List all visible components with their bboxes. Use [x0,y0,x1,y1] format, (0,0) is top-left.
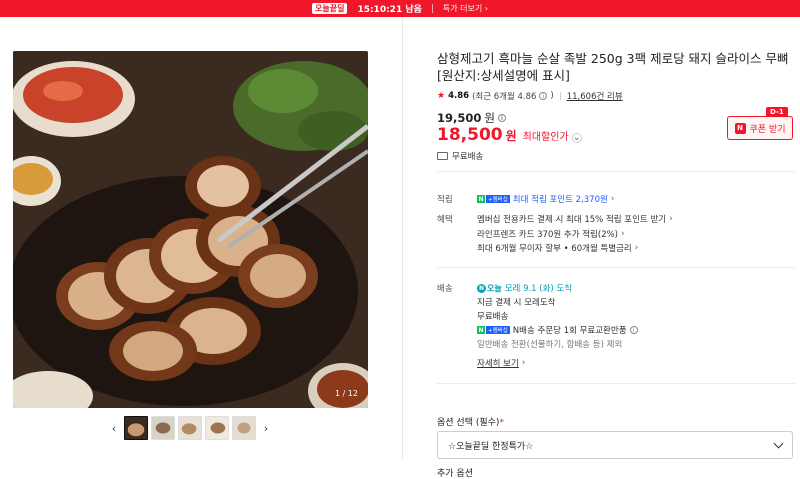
benefit-text: 멤버십 전용카드 결제 시 최대 15% 적립 포인트 받기 [477,215,667,225]
promo-banner[interactable]: 오늘끝딜 15:10:21 남음 특가 더보기 › [0,0,800,17]
see-details-link[interactable]: 자세히 보기 [477,357,519,369]
option-dropdown[interactable]: ☆오늘끝딜 한정특가☆ [437,431,793,459]
chevron-right-icon: › [621,229,625,239]
truck-icon [437,152,448,160]
original-price-value: 19,500 [437,111,482,125]
rating-divider [559,92,561,100]
chevron-right-icon: › [669,214,673,224]
npay-membership-badge: N +멤버십 [477,326,510,334]
delivery-line-2: 지금 결제 시 모레도착 [477,298,556,308]
benefit-line-2[interactable]: 라인프렌즈 카드 370원 추가 적립(2%) › [477,228,625,240]
thumbnail-4[interactable] [205,416,229,440]
product-main-image[interactable]: 1 / 12 [13,51,368,408]
benefits-label: 혜택 [437,215,453,225]
sale-price-unit: 원 [505,129,517,143]
option-selected-value: ☆오늘끝딜 한정특가☆ [448,441,534,452]
thumbnail-strip: ‹ › [107,416,273,440]
free-shipping-label: 무료배송 [452,152,484,162]
benefit-text: 최대 6개월 무이자 할부 • 60개월 특별금리 [477,244,632,254]
section-divider [437,383,795,384]
free-return-text: N배송 주문당 1회 무료교환반품 [512,326,627,336]
info-icon[interactable]: i [539,92,548,100]
npay-n-icon: N [477,195,485,203]
column-divider [402,17,403,459]
today-delivery-badge: N 오늘 [477,283,502,294]
max-points-text: 최대 적립 포인트 2,370원 [512,195,608,205]
chevron-right-icon: › [521,358,526,368]
thumbnail-3[interactable] [178,416,202,440]
delivery-label: 배송 [437,284,453,294]
rating-recent-close: ) [550,91,554,101]
more-deals-link[interactable]: 특가 더보기 › [443,3,488,14]
thumbnail-5[interactable] [232,416,256,440]
naver-n-icon: N [734,122,746,134]
option-label-text: 옵션 선택 [437,418,473,428]
countdown-timer: 15:10:21 남음 [357,5,422,15]
section-divider [437,171,795,172]
product-title: 삼형제고기 흑마늘 순살 족발 250g 3팩 제로당 돼지 슬라이스 무뼈 [… [437,51,789,83]
arrival-date: 모레 9.1 (화) 도착 [504,284,573,294]
review-count-link[interactable]: 11,606건 리뷰 [567,90,623,102]
thumbnail-next-button[interactable]: › [259,422,273,435]
rating-recent: (최근 6개월 4.86 [472,92,537,102]
benefit-line-3[interactable]: 최대 6개월 무이자 할부 • 60개월 특별금리 › [477,242,638,254]
option-required-text: (필수) [475,418,500,428]
thumbnail-prev-button[interactable]: ‹ [107,422,121,435]
chevron-right-icon: › [634,243,639,253]
rating-row: ★ 4.86 (최근 6개월 4.86 i ) 11,606건 리뷰 [437,90,623,102]
delivery-line-3: 무료배송 [477,312,509,322]
banner-divider [431,4,433,13]
original-price-unit: 원 [484,111,495,125]
npay-plus-label: +멤버십 [486,195,510,203]
free-shipping-row: 무료배송 [437,150,483,162]
max-discount-label[interactable]: 최대할인가 [523,128,569,143]
get-coupon-button[interactable]: N 쿠폰 받기 [727,116,793,140]
info-icon[interactable]: i [629,326,638,334]
coupon-label: 쿠폰 받기 [749,124,786,135]
required-mark: * [499,418,504,428]
sale-price-value: 18,500 [437,125,503,145]
chevron-down-icon [773,438,784,448]
star-icon: ★ [437,91,446,101]
banner-title: 오늘끝딜 [311,3,348,14]
sale-price: 18,500 원 최대할인가 ⌄ [437,125,582,145]
chevron-right-icon: › [610,194,615,204]
today-badge-label: 오늘 [487,283,502,293]
npay-plus-label: +멤버십 [486,326,510,334]
section-divider [437,267,795,268]
npay-n-icon: N [477,326,485,334]
rating-score: 4.86 [448,91,470,101]
benefit-text: 라인프렌즈 카드 370원 추가 적립(2%) [477,230,618,240]
thumbnail-1[interactable] [124,416,148,440]
option-select-label: 옵션 선택 (필수)* [437,415,504,428]
thumbnail-2[interactable] [151,416,175,440]
points-row[interactable]: N +멤버십 최대 적립 포인트 2,370원 › [477,193,614,205]
image-counter: 1 / 12 [334,389,358,398]
delivery-more-row[interactable]: 자세히 보기 › [477,357,525,369]
points-label: 적립 [437,195,453,205]
delivery-line-5: 일반배송 전환(선물하기, 합배송 등) 제외 [477,340,623,350]
product-photo-illustration [13,51,368,408]
benefit-line-1[interactable]: 멤버십 전용카드 결제 시 최대 15% 적립 포인트 받기 › [477,213,673,225]
additional-option-label: 추가 옵션 [437,469,473,479]
delivery-arrival-row: N 오늘 모레 9.1 (화) 도착 [477,282,572,294]
npay-membership-badge: N +멤버십 [477,195,510,203]
price-info-icon[interactable]: i [497,114,506,122]
delivery-line-4: N +멤버십 N배송 주문당 1회 무료교환반품 i [477,324,638,336]
n-delivery-icon: N [477,283,486,293]
chevron-down-icon[interactable]: ⌄ [571,133,582,143]
original-price: 19,500 원 i [437,110,506,126]
